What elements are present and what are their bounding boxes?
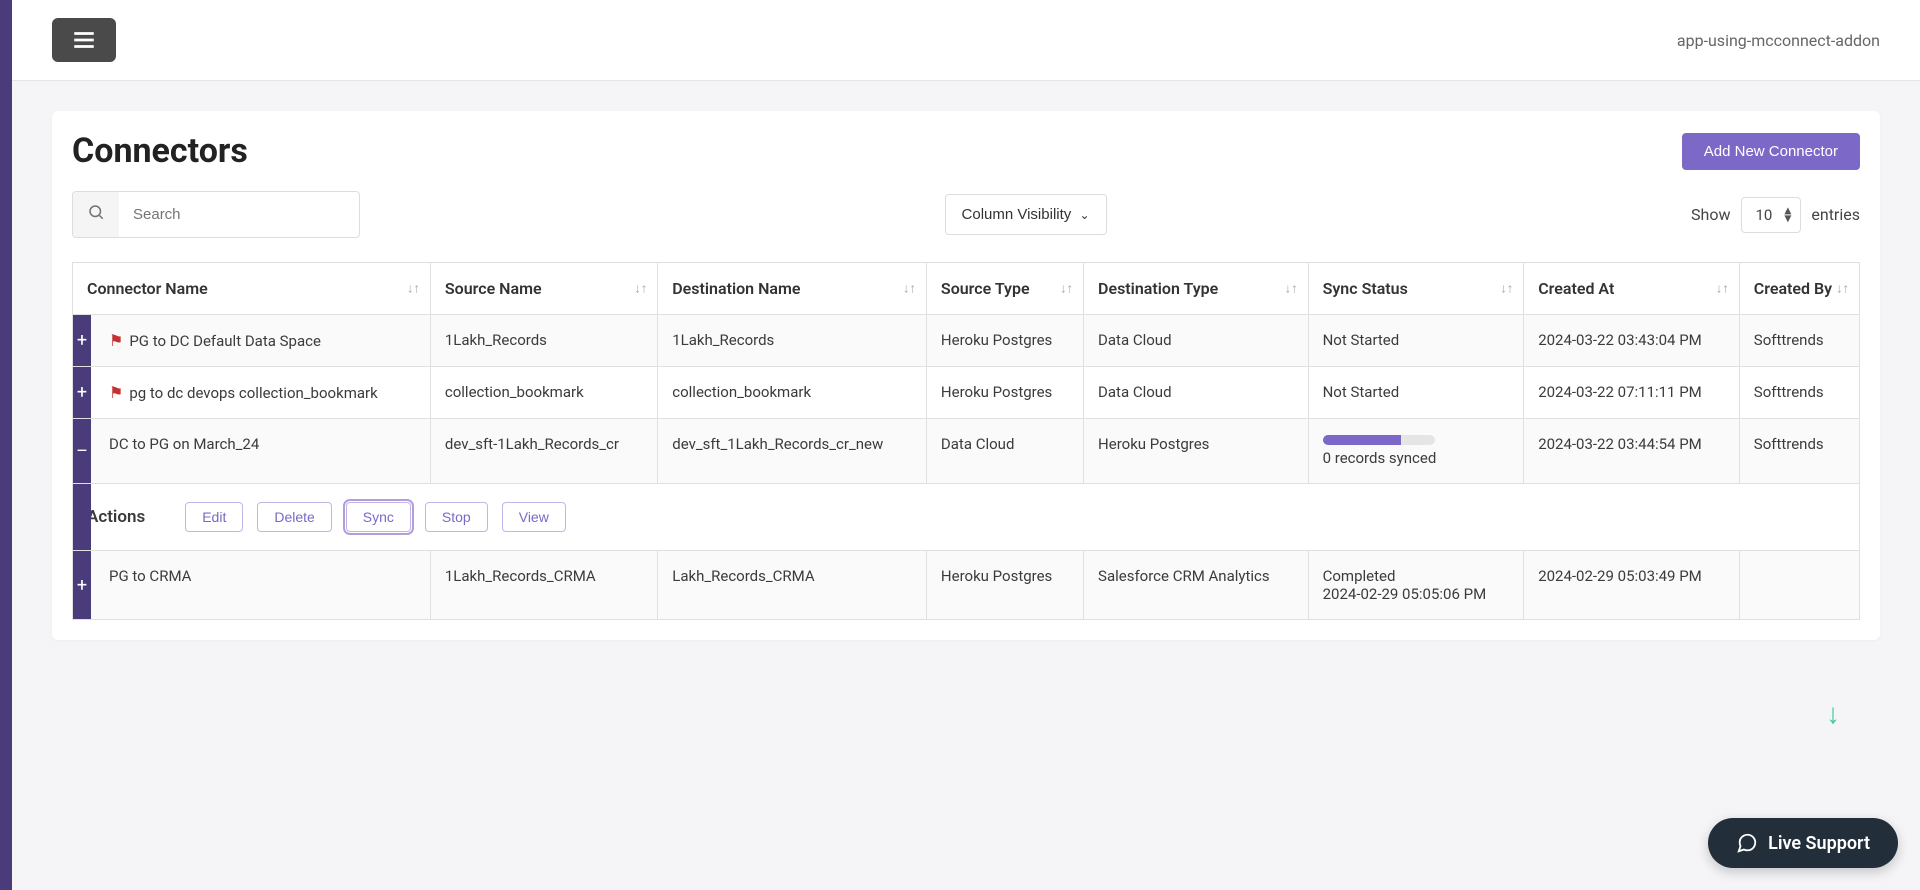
- actions-row: Actions Edit Delete Sync Stop View: [73, 484, 1860, 551]
- created-at: 2024-02-29 05:03:49 PM: [1524, 551, 1740, 620]
- table-row: – DC to PG on March_24 dev_sft-1Lakh_Rec…: [73, 419, 1860, 484]
- app-name: app-using-mcconnect-addon: [1677, 31, 1880, 50]
- flag-icon: ⚑: [109, 331, 123, 350]
- show-label: Show: [1691, 205, 1730, 224]
- hamburger-icon: [71, 27, 97, 53]
- column-visibility-label: Column Visibility: [962, 206, 1072, 223]
- entries-value: 10: [1756, 206, 1773, 224]
- column-header[interactable]: Sync Status↓↑: [1308, 263, 1524, 315]
- flag-icon: ⚑: [109, 383, 123, 402]
- table-row: + ⚑ PG to DC Default Data Space 1Lakh_Rec…: [73, 315, 1860, 367]
- connector-name: PG to DC Default Data Space: [129, 332, 321, 350]
- source-type: Heroku Postgres: [926, 367, 1083, 419]
- entries-select[interactable]: 10: [1741, 197, 1802, 233]
- sync-status-ts: 2024-02-29 05:05:06 PM: [1323, 585, 1510, 603]
- source-name: 1Lakh_Records: [430, 315, 657, 367]
- source-name: collection_bookmark: [430, 367, 657, 419]
- view-button[interactable]: View: [502, 502, 566, 532]
- sort-icon: ↓↑: [407, 284, 420, 293]
- expand-toggle[interactable]: –: [73, 419, 91, 483]
- column-header[interactable]: Connector Name↓↑: [73, 263, 431, 315]
- sort-icon: ↓↑: [1836, 284, 1849, 293]
- column-header[interactable]: Destination Type↓↑: [1084, 263, 1309, 315]
- expand-gutter: [73, 484, 91, 550]
- stop-button[interactable]: Stop: [425, 502, 488, 532]
- sort-icon: ↓↑: [1500, 284, 1513, 293]
- sort-icon: ↓↑: [903, 284, 916, 293]
- scroll-down-icon: ↓: [1826, 697, 1840, 730]
- menu-button[interactable]: [52, 18, 116, 62]
- destination-type: Salesforce CRM Analytics: [1084, 551, 1309, 620]
- live-support-button[interactable]: Live Support: [1708, 818, 1898, 868]
- created-by: Softtrends: [1739, 367, 1859, 419]
- table-row: + ⚑ pg to dc devops collection_bookmark c…: [73, 367, 1860, 419]
- sort-icon: ↓↑: [1716, 284, 1729, 293]
- topbar: app-using-mcconnect-addon: [0, 0, 1920, 81]
- sync-status-detail: 0 records synced: [1323, 449, 1437, 467]
- column-header[interactable]: Destination Name↓↑: [658, 263, 927, 315]
- destination-type: Heroku Postgres: [1084, 419, 1309, 484]
- created-at: 2024-03-22 03:44:54 PM: [1524, 419, 1740, 484]
- sync-status: Not Started: [1308, 367, 1524, 419]
- destination-type: Data Cloud: [1084, 315, 1309, 367]
- expand-toggle[interactable]: +: [73, 315, 91, 366]
- sort-icon: ↓↑: [1285, 284, 1298, 293]
- sort-icon: ↓↑: [634, 284, 647, 293]
- sync-status: Not Started: [1308, 315, 1524, 367]
- sync-progress-bar: [1323, 435, 1435, 445]
- entries-label: entries: [1811, 205, 1860, 224]
- delete-button[interactable]: Delete: [257, 502, 331, 532]
- column-header[interactable]: Created By↓↑: [1739, 263, 1859, 315]
- expand-toggle[interactable]: +: [73, 551, 91, 619]
- table-row: + PG to CRMA 1Lakh_Records_CRMA Lakh_Rec…: [73, 551, 1860, 620]
- destination-name: Lakh_Records_CRMA: [658, 551, 927, 620]
- created-at: 2024-03-22 07:11:11 PM: [1524, 367, 1740, 419]
- add-new-connector-button[interactable]: Add New Connector: [1682, 133, 1860, 170]
- left-nav-stub: [0, 0, 12, 890]
- search-icon: [73, 192, 119, 237]
- sync-button[interactable]: Sync: [346, 502, 411, 532]
- created-at: 2024-03-22 03:43:04 PM: [1524, 315, 1740, 367]
- chevron-down-icon: ⌄: [1079, 208, 1089, 222]
- destination-type: Data Cloud: [1084, 367, 1309, 419]
- column-header[interactable]: Source Type↓↑: [926, 263, 1083, 315]
- source-type: Data Cloud: [926, 419, 1083, 484]
- created-by: Softtrends: [1739, 419, 1859, 484]
- live-support-label: Live Support: [1768, 833, 1870, 854]
- created-by: Softtrends: [1739, 315, 1859, 367]
- connector-name: DC to PG on March_24: [109, 435, 259, 453]
- search-input[interactable]: [119, 195, 359, 234]
- source-name: 1Lakh_Records_CRMA: [430, 551, 657, 620]
- sort-icon: ↓↑: [1060, 284, 1073, 293]
- expand-toggle[interactable]: +: [73, 367, 91, 418]
- sync-status: Completed: [1323, 567, 1510, 585]
- source-type: Heroku Postgres: [926, 551, 1083, 620]
- chat-icon: [1736, 832, 1758, 854]
- created-by: [1739, 551, 1859, 620]
- page-title: Connectors: [72, 131, 248, 171]
- connectors-table: Connector Name↓↑ Source Name↓↑ Destinati…: [72, 262, 1860, 620]
- actions-label: Actions: [87, 507, 145, 527]
- source-type: Heroku Postgres: [926, 315, 1083, 367]
- source-name: dev_sft-1Lakh_Records_cr: [430, 419, 657, 484]
- connector-name: PG to CRMA: [109, 567, 191, 585]
- column-header[interactable]: Source Name↓↑: [430, 263, 657, 315]
- connector-name: pg to dc devops collection_bookmark: [129, 384, 377, 402]
- column-header[interactable]: Created At↓↑: [1524, 263, 1740, 315]
- column-visibility-button[interactable]: Column Visibility ⌄: [945, 194, 1107, 235]
- destination-name: collection_bookmark: [658, 367, 927, 419]
- destination-name: 1Lakh_Records: [658, 315, 927, 367]
- destination-name: dev_sft_1Lakh_Records_cr_new: [658, 419, 927, 484]
- edit-button[interactable]: Edit: [185, 502, 243, 532]
